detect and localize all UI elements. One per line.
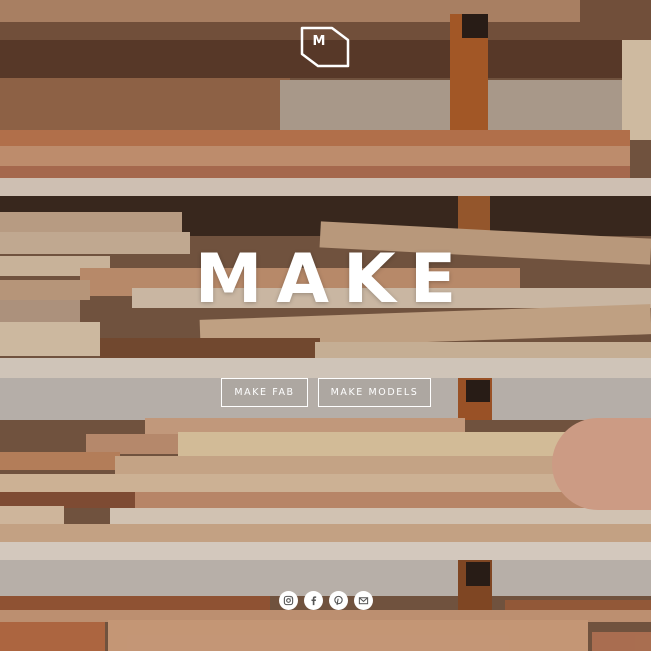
background-photo-wood-shelves: [0, 0, 651, 651]
pinterest-icon: [334, 595, 343, 606]
page-title: MAKE: [194, 240, 471, 319]
instagram-icon: [283, 595, 294, 606]
facebook-icon: [311, 596, 317, 606]
facebook-button[interactable]: [304, 591, 323, 610]
mail-icon: [358, 597, 369, 605]
pinterest-button[interactable]: [329, 591, 348, 610]
make-models-button[interactable]: MAKE MODELS: [318, 378, 431, 407]
instagram-button[interactable]: [279, 591, 298, 610]
mail-button[interactable]: [354, 591, 373, 610]
logo-letter: M: [312, 34, 326, 49]
make-fab-button[interactable]: MAKE FAB: [221, 378, 308, 407]
